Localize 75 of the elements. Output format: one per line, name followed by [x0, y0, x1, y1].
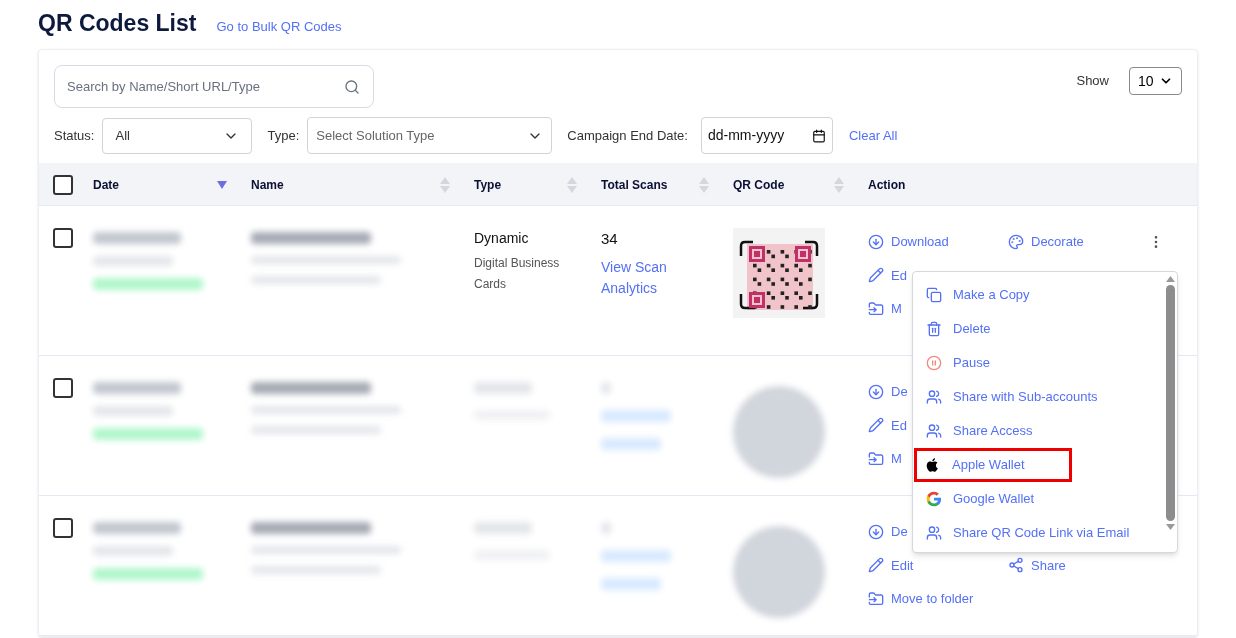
scroll-up-icon [1165, 276, 1175, 282]
users-icon [926, 389, 942, 405]
blurred-text [601, 550, 671, 562]
column-header: Total Scans [601, 176, 668, 194]
menu-item[interactable]: Share with Sub-accounts [915, 380, 1163, 414]
folder-icon [868, 300, 884, 317]
action-link[interactable]: Edit [868, 555, 914, 575]
page-size-select[interactable]: 10 [1129, 67, 1182, 95]
download-icon [868, 383, 884, 400]
qr-type: Dynamic [474, 229, 530, 248]
apple-icon [925, 457, 941, 473]
menu-item[interactable]: Share Access [915, 414, 1163, 448]
column-header: Type [474, 176, 502, 194]
campaign-end-date-label: Campaign End Date: [567, 126, 688, 145]
calendar-icon [811, 128, 826, 143]
menu-item[interactable]: Pause [915, 346, 1163, 380]
blurred-text [474, 382, 532, 394]
search-icon [344, 79, 360, 95]
search-field[interactable]: Search by Name/Short URL/Type [54, 65, 374, 108]
folder-icon [868, 450, 884, 467]
column-header: QR Code [733, 176, 785, 194]
date-field[interactable]: dd-mm-yyyy [700, 117, 833, 154]
checkbox[interactable] [53, 518, 73, 538]
menu-item[interactable]: Delete [915, 312, 1163, 346]
download-icon [868, 233, 884, 250]
sort-descending-icon[interactable] [217, 180, 227, 189]
pencil-icon [868, 417, 884, 434]
action-link[interactable]: Ed [868, 415, 907, 435]
blurred-text [474, 522, 532, 534]
blurred-text [601, 410, 671, 422]
pencil-icon [868, 557, 884, 574]
palette-icon [1008, 233, 1024, 250]
status-select[interactable]: All [102, 117, 253, 154]
action-link[interactable]: Share [1008, 555, 1066, 575]
column-header: Name [251, 176, 284, 194]
column-header: Action [868, 176, 906, 194]
menu-item[interactable]: Share QR Code Link via Email [915, 516, 1163, 550]
scan-count: 34 [601, 229, 619, 249]
download-icon [868, 523, 884, 540]
checkbox[interactable] [53, 228, 73, 248]
action-link[interactable]: Move to folder [868, 589, 974, 609]
menu-item[interactable]: Google Wallet [915, 482, 1163, 516]
menu-item[interactable]: Make a Copy [915, 278, 1163, 312]
checkbox[interactable] [53, 378, 73, 398]
users-icon [926, 423, 942, 439]
action-link[interactable]: Download [868, 232, 949, 252]
action-link[interactable]: M [868, 299, 902, 319]
folder-icon [868, 590, 884, 607]
google-icon [926, 491, 942, 507]
status-label: Status: [54, 126, 95, 145]
page-title: QR Codes List [38, 8, 197, 38]
action-link[interactable]: Decorate [1008, 232, 1084, 252]
action-link[interactable]: De [868, 382, 908, 402]
share-icon [1008, 557, 1024, 574]
action-link[interactable]: De [868, 522, 908, 542]
pause-icon [926, 355, 942, 371]
action-link[interactable]: Ed [868, 265, 907, 285]
users-icon [926, 525, 942, 541]
copy-icon [926, 287, 942, 303]
checkbox[interactable] [53, 174, 73, 195]
pencil-icon [868, 267, 884, 284]
view-scan-analytics-link[interactable]: View Scan Analytics [601, 256, 681, 299]
action-link[interactable]: M [868, 449, 902, 469]
bulk-qr-codes-link[interactable]: Go to Bulk QR Codes [216, 16, 342, 40]
trash-icon [926, 321, 942, 337]
menu-item[interactable]: Apple Wallet [914, 448, 1072, 482]
qr-subtype: Digital Business Cards [474, 255, 561, 293]
column-header: Date [93, 176, 119, 194]
blurred-text [601, 578, 661, 590]
clear-all-link[interactable]: Clear All [848, 125, 898, 146]
scroll-down-icon [1165, 524, 1175, 530]
blurred-text [601, 438, 661, 450]
type-label: Type: [267, 126, 300, 145]
show-label: Show [1076, 72, 1109, 91]
type-select[interactable]: Select Solution Type [307, 117, 553, 154]
